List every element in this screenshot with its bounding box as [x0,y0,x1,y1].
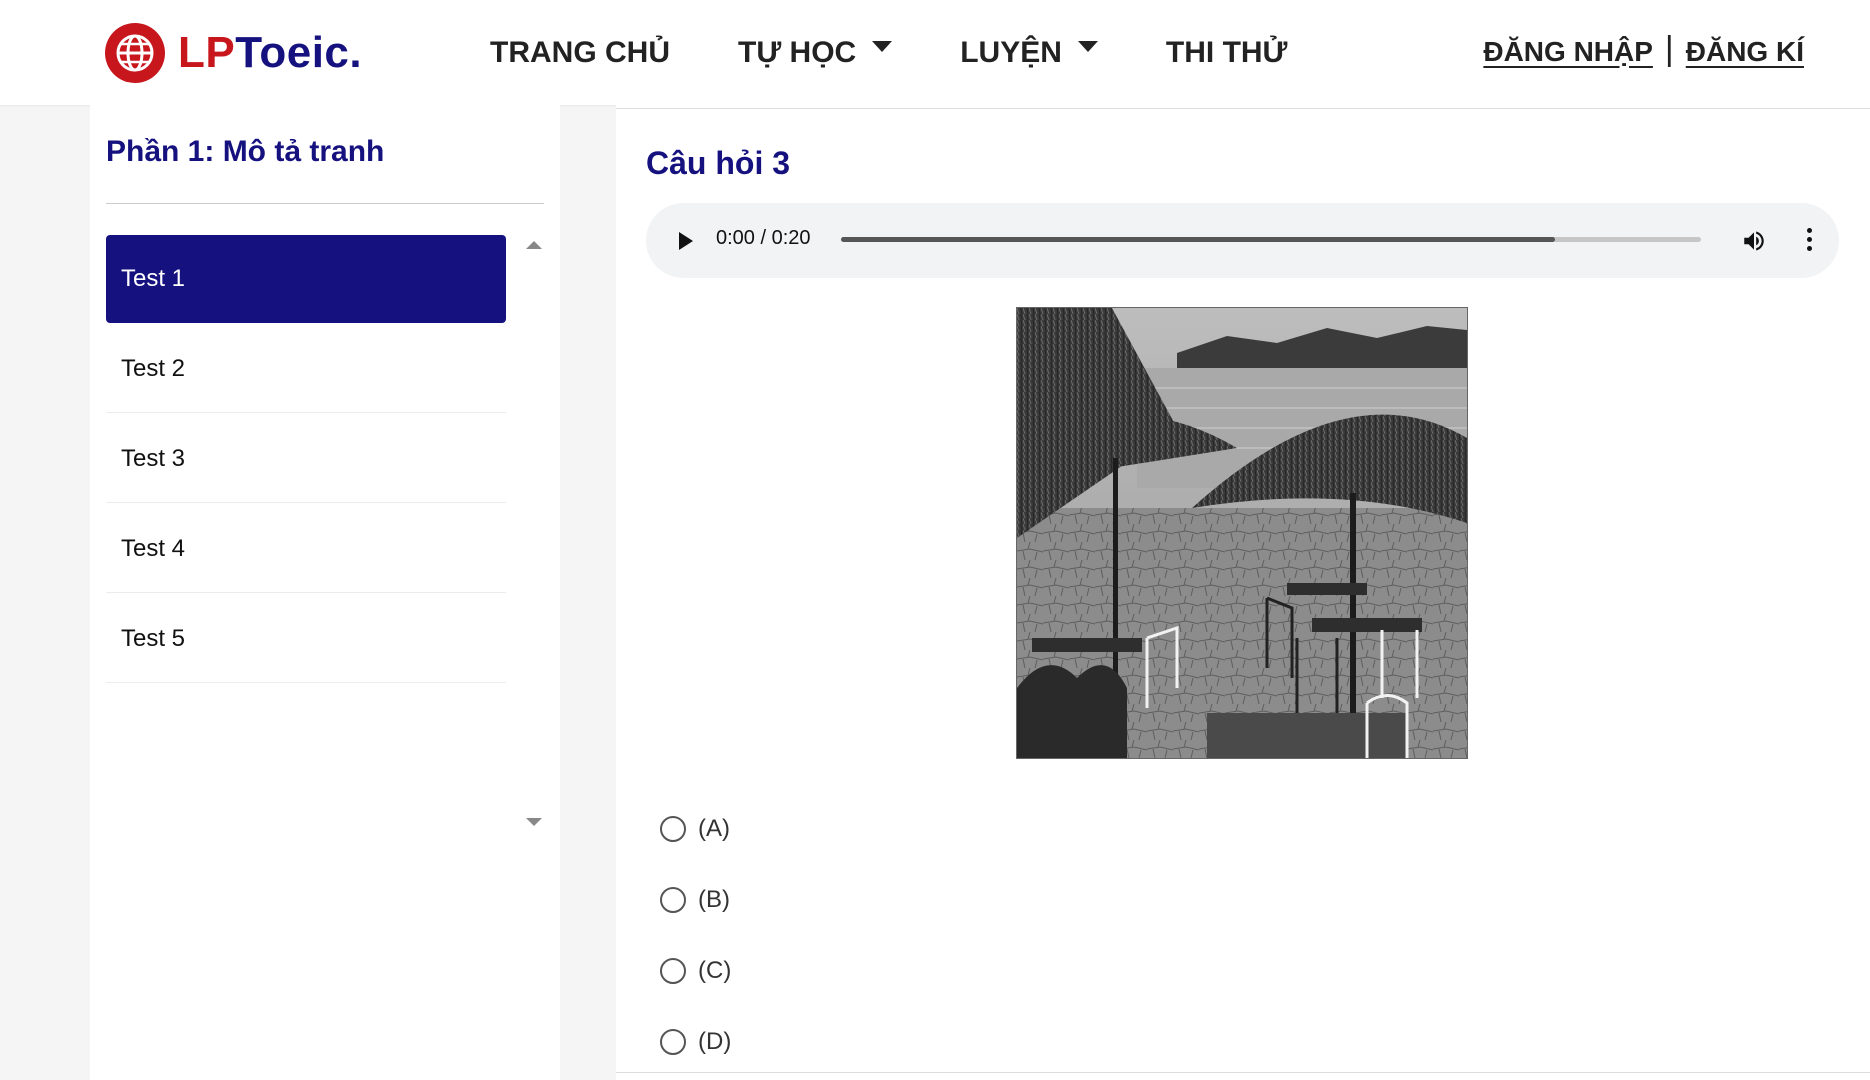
test-item-5[interactable]: Test 5 [106,595,506,683]
test-item-3[interactable]: Test 3 [106,415,506,503]
divider [616,1072,1870,1073]
option-c[interactable]: (C) [660,935,731,1006]
scroll-up-arrow-icon[interactable] [526,241,542,249]
part-title: Phần 1: Mô tả tranh [106,135,385,168]
register-link[interactable]: ĐĂNG KÍ [1686,36,1804,68]
main-nav: TRANG CHỦ TỰ HỌC LUYỆN THI THỬ [490,0,1355,105]
test-sidebar: Phần 1: Mô tả tranh Test 1 Test 2 Test 3… [90,105,560,1080]
test-item-1[interactable]: Test 1 [106,235,506,323]
radio-button[interactable] [660,957,686,984]
nav-luyen[interactable]: LUYỆN [960,36,1098,70]
caret-down-icon [1077,41,1098,52]
option-label: (D) [698,1027,732,1055]
brand-logo[interactable]: LPToeic. [104,22,362,84]
divider [616,108,1870,109]
auth-links: ĐĂNG NHẬP | ĐĂNG KÍ [1483,30,1804,71]
audio-seek-bar[interactable] [841,237,1701,242]
login-link[interactable]: ĐĂNG NHẬP [1483,36,1653,68]
scroll-down-arrow-icon[interactable] [526,818,542,826]
top-header: LPToeic. TRANG CHỦ TỰ HỌC LUYỆN THI THỬ … [0,0,1870,105]
volume-icon[interactable] [1741,228,1767,254]
audio-progress [841,237,1555,242]
option-label: (A) [698,814,730,842]
test-item-2[interactable]: Test 2 [106,325,506,413]
radio-button[interactable] [660,815,686,842]
option-label: (C) [698,956,732,984]
option-d[interactable]: (D) [660,1006,731,1077]
radio-button[interactable] [660,1028,686,1055]
nav-thi-thu[interactable]: THI THỬ [1166,36,1288,70]
nav-trang-chu[interactable]: TRANG CHỦ [490,36,670,70]
brand-name: LPToeic. [178,28,363,77]
more-vert-icon[interactable] [1805,228,1813,254]
auth-separator: | [1664,30,1674,68]
test-list: Test 1 Test 2 Test 3 Test 4 Test 5 [106,235,506,685]
question-panel: Câu hỏi 3 0:00 / 0:20 (A) (B) (C) (D) [616,105,1870,1080]
globe-icon [105,23,165,83]
caret-down-icon [872,41,893,52]
question-title: Câu hỏi 3 [646,145,791,181]
option-b[interactable]: (B) [660,864,731,935]
option-a[interactable]: (A) [660,793,731,864]
divider [106,203,544,204]
play-icon[interactable] [679,232,693,250]
audio-player: 0:00 / 0:20 [646,203,1839,278]
question-photo [1016,307,1468,759]
nav-tu-hoc[interactable]: TỰ HỌC [738,36,893,70]
audio-time: 0:00 / 0:20 [716,227,811,249]
option-label: (B) [698,885,730,913]
test-item-4[interactable]: Test 4 [106,505,506,593]
radio-button[interactable] [660,886,686,913]
answer-options: (A) (B) (C) (D) [660,793,731,1077]
